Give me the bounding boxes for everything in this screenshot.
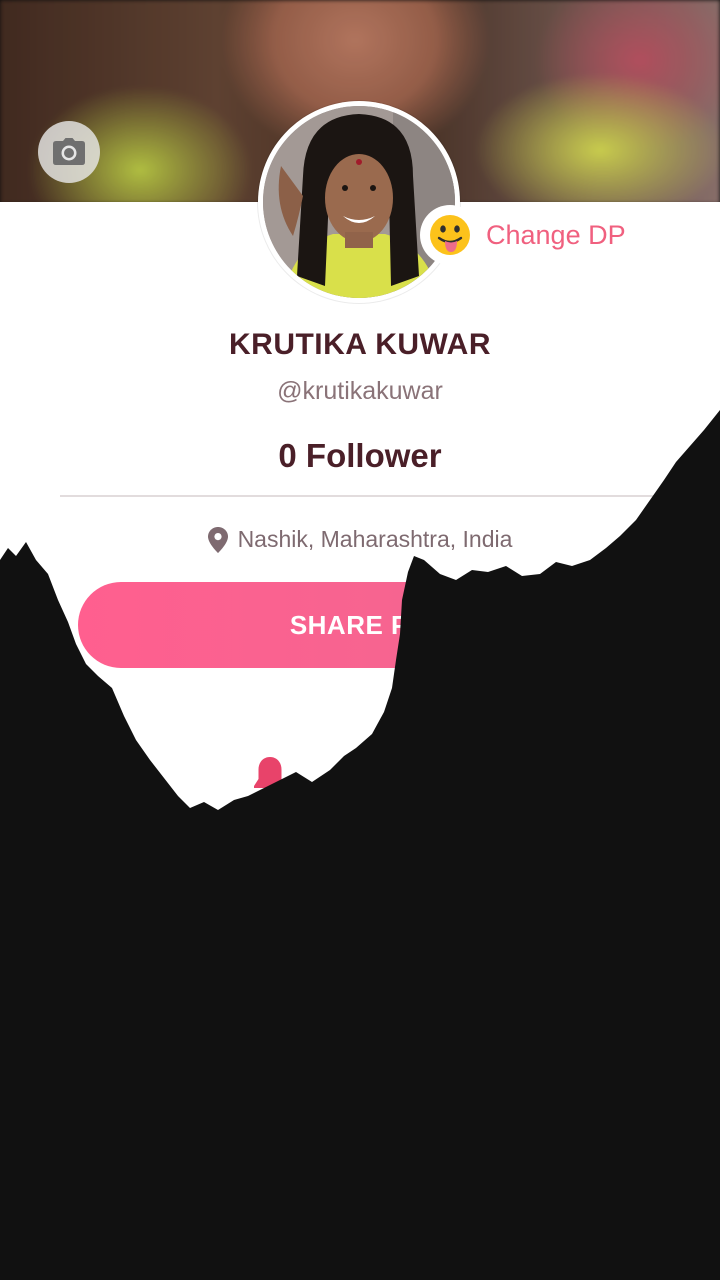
location-pin-icon	[207, 526, 228, 553]
tongue-out-emoji-icon	[430, 215, 470, 255]
location-row: Nashik, Maharashtra, India	[0, 526, 720, 553]
camera-icon	[53, 138, 85, 165]
change-cover-button[interactable]	[38, 121, 100, 183]
profile-avatar-ring[interactable]	[258, 101, 460, 303]
bell-icon	[254, 757, 286, 794]
avatar-photo	[263, 106, 455, 298]
share-profile-label: SHARE PR	[289, 609, 429, 640]
change-dp-label: Change DP	[486, 219, 626, 250]
share-profile-button[interactable]: SHARE PR	[78, 582, 640, 668]
notifications-tab[interactable]	[252, 755, 288, 802]
divider	[60, 495, 660, 497]
follower-count[interactable]: 0 Follower	[0, 437, 720, 475]
emoji-badge	[420, 205, 480, 265]
profile-name: KRUTIKA KUWAR	[228, 328, 492, 361]
location-text: Nashik, Maharashtra, India	[237, 526, 513, 552]
profile-handle: @krutikakuwar	[277, 377, 443, 405]
change-dp-button[interactable]: Change DP	[420, 205, 626, 265]
avatar	[263, 106, 455, 298]
